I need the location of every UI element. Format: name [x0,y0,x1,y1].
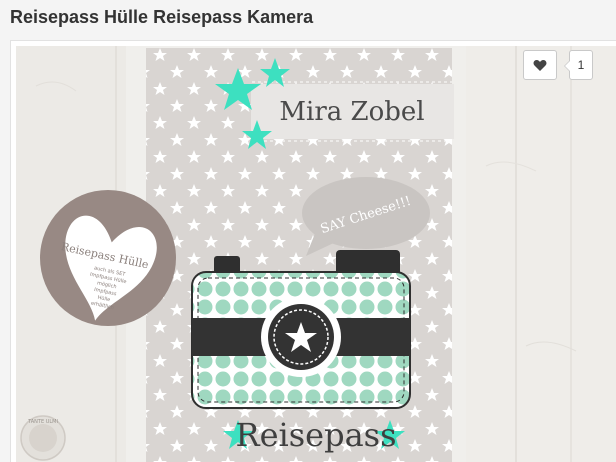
like-count: 1 [564,50,593,80]
stamp-text: TANTE ULMI [27,419,58,425]
name-banner: Mira Zobel [251,81,454,142]
product-label: Reisepass [235,416,396,454]
camera-illustration [191,250,411,409]
like-button[interactable] [523,50,557,80]
product-image[interactable]: Mira Zobel SAY Cheese!!! Reisepass Reise… [16,46,616,462]
name-text: Mira Zobel [279,97,424,127]
page-title: Reisepass Hülle Reisepass Kamera [10,7,314,27]
brand-stamp: TANTE ULMI [20,415,66,461]
heart-icon [533,59,547,71]
